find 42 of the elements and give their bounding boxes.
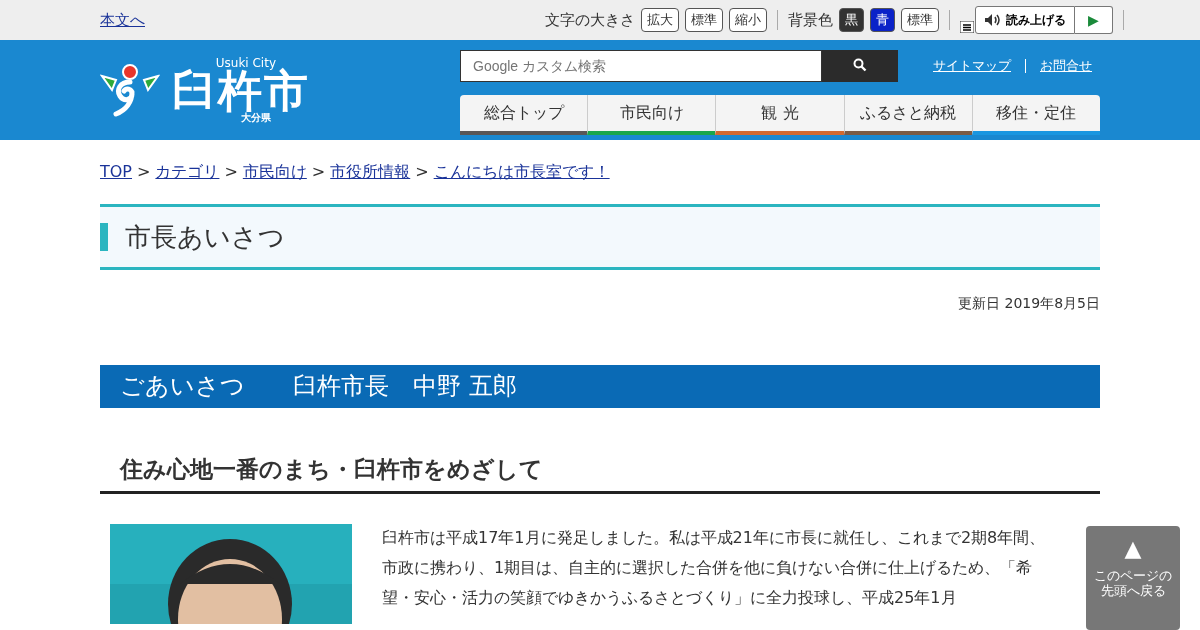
background-color-label: 背景色 (788, 10, 833, 30)
logo-prefecture: 大分県 (241, 113, 271, 123)
breadcrumb-link[interactable]: 市役所情報 (330, 162, 411, 183)
nav-tab[interactable]: 移住・定住 (971, 95, 1100, 135)
background-color-button[interactable]: 標準 (901, 8, 939, 32)
search-button[interactable] (822, 50, 898, 82)
nav-tab[interactable]: 総合トップ (460, 95, 588, 135)
greeting-paragraph: 臼杵市は平成17年1月に発足しました。私は平成21年に市長に就任し、これまで2期8年間、市政に携わり、1期目は、自主的に選択した合併を他に負けない合併に仕上げるため、「希望・安心・活力の笑顔でゆきかうふるさとづくり」に全力投球し、平成25年1月 (382, 527, 1047, 609)
back-to-top-button[interactable]: ▲ このページの先頭へ戻る (1086, 526, 1180, 630)
breadcrumb-link[interactable]: 市民向け (242, 162, 307, 183)
breadcrumb-separator: > (415, 162, 429, 183)
nav-tab[interactable]: 観 光 (715, 95, 844, 135)
subheading: 住み心地一番のまち・臼杵市をめざして (100, 454, 1100, 494)
breadcrumb-link[interactable]: TOP (100, 162, 132, 183)
search-icon (853, 57, 867, 72)
font-size-button[interactable]: 縮小 (729, 8, 767, 32)
skip-link[interactable]: 本文へ (100, 10, 145, 30)
search-field[interactable]: Google カスタム検索 (460, 50, 822, 82)
city-emblem-icon (100, 62, 160, 118)
background-color-button[interactable]: 青 (870, 8, 895, 32)
breadcrumb-separator: > (311, 162, 326, 183)
breadcrumb-link[interactable]: カテゴリ (155, 162, 220, 183)
logo-subtitle: Usuki City (215, 57, 276, 69)
nav-tab[interactable]: ふるさと納税 (843, 95, 972, 135)
menu-icon[interactable] (960, 21, 974, 33)
read-aloud-button[interactable]: 読み上げる (975, 6, 1075, 34)
page-title: 市長あいさつ (100, 223, 285, 251)
logo-title: 臼杵市 (172, 69, 310, 113)
header-link[interactable]: サイトマップ (933, 57, 1011, 75)
font-size-button[interactable]: 標準 (685, 8, 723, 32)
breadcrumb-separator: > (137, 162, 151, 183)
header-link[interactable]: お問合せ (1040, 57, 1092, 75)
breadcrumb-separator: > (224, 162, 238, 183)
font-size-button[interactable]: 拡大 (641, 8, 679, 32)
update-date: 更新日 2019年8月5日 (957, 295, 1100, 313)
breadcrumb-link[interactable]: こんにちは市長室です！ (433, 162, 610, 183)
section-title: ごあいさつ 臼杵市長 中野 五郎 (100, 365, 1100, 408)
background-color-button[interactable]: 黒 (839, 8, 864, 32)
font-size-label: 文字の大きさ (545, 10, 635, 30)
speaker-icon (984, 13, 1002, 27)
play-button[interactable]: ▶ (1075, 6, 1113, 34)
nav-tab[interactable]: 市民向け (587, 95, 716, 135)
